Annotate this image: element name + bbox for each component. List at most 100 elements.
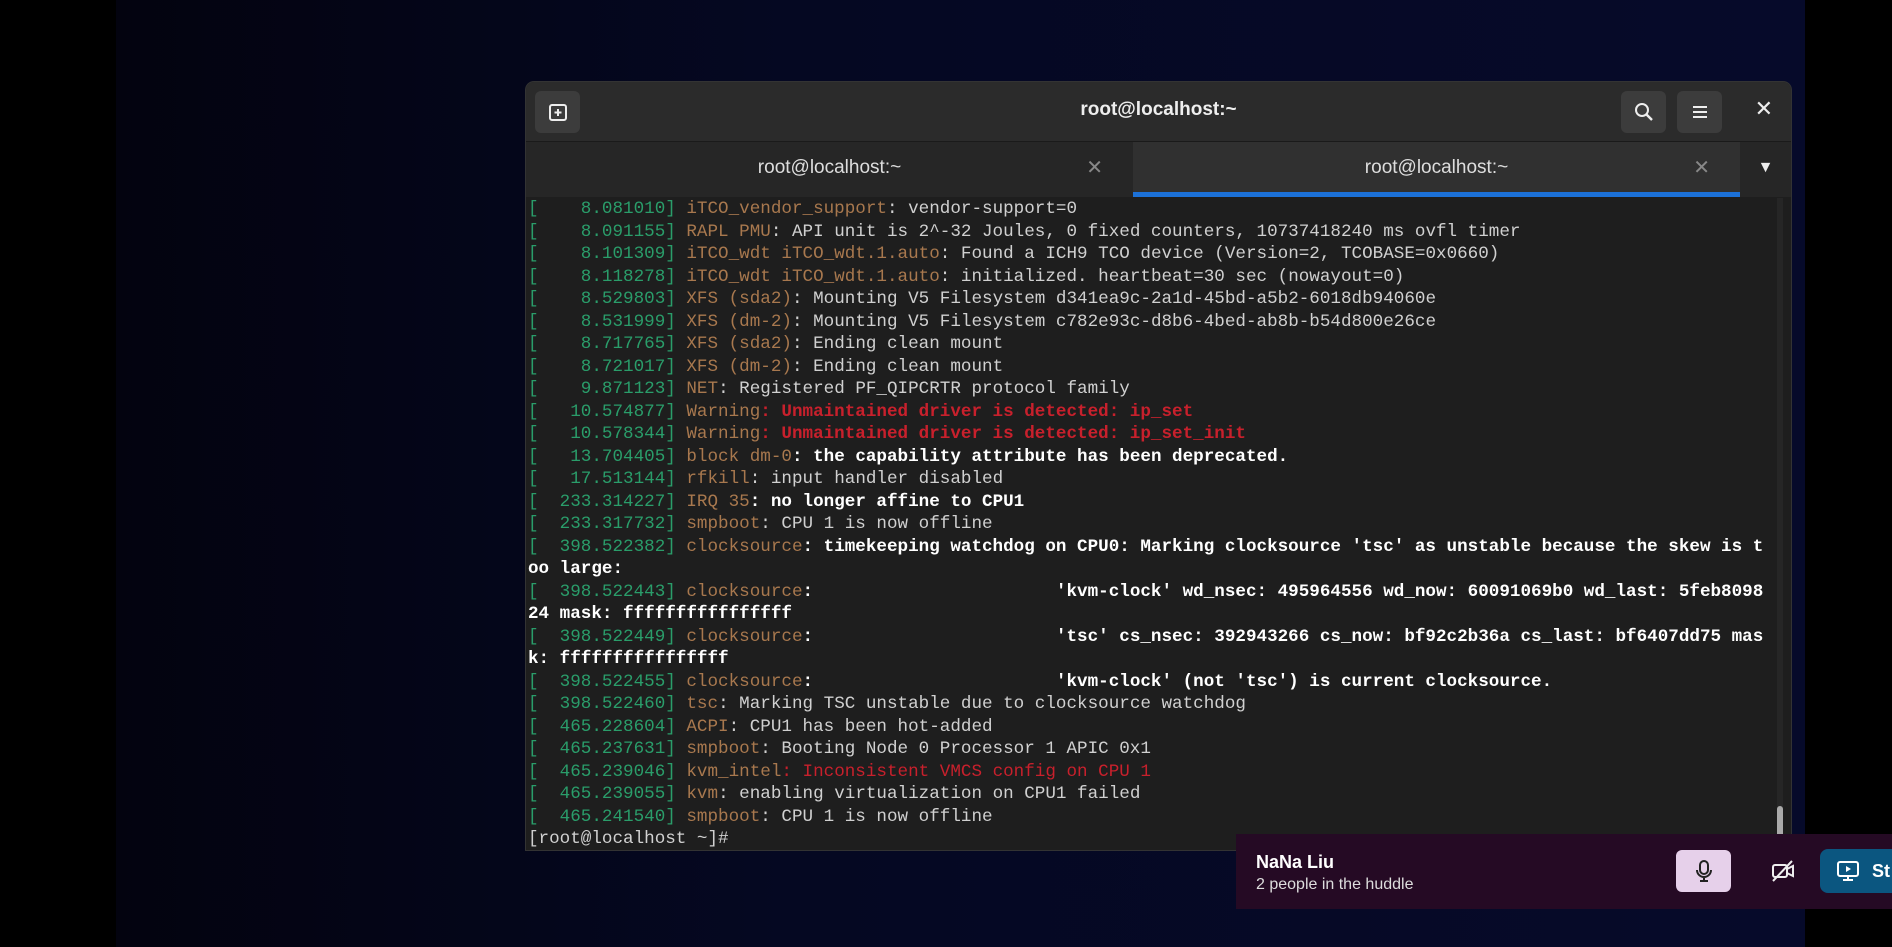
tab-1[interactable]: root@localhost:~ ✕ (526, 142, 1133, 197)
log-message: : CPU 1 is now offline (760, 806, 993, 827)
log-source: clocksource (686, 626, 803, 647)
log-line: [ 8.118278] iTCO_wdt iTCO_wdt.1.auto: in… (528, 266, 1764, 289)
log-timestamp: [ 8.101309] (528, 244, 687, 264)
log-timestamp: [ 8.118278] (528, 266, 687, 287)
log-timestamp: [ 398.522460] (528, 694, 687, 714)
log-message: : Ending clean mount (791, 334, 1004, 354)
log-timestamp: [ 17.513144] (528, 469, 687, 489)
log-line: [ 8.529803] XFS (sda2): Mounting V5 File… (528, 288, 1764, 311)
log-timestamp: [ 10.578344] (528, 424, 687, 444)
log-message: : Mounting V5 Filesystem d341ea9c-2a1d-4… (791, 289, 1437, 309)
tab-close-icon[interactable]: ✕ (1693, 142, 1710, 194)
menu-button[interactable] (1677, 91, 1722, 133)
log-line: [ 17.513144] rfkill: input handler disab… (528, 468, 1764, 491)
video-off-icon (1772, 860, 1794, 882)
log-source: XFS (dm-2) (686, 356, 792, 377)
tab-close-icon[interactable]: ✕ (1086, 142, 1103, 194)
log-source: kvm (686, 784, 719, 804)
log-message: : API unit is 2^-32 Joules, 0 fixed coun… (770, 221, 1521, 242)
log-source: XFS (dm-2) (686, 311, 792, 332)
tab-label: root@localhost:~ (1364, 157, 1509, 178)
log-line: [ 465.239046] kvm_intel: Inconsistent VM… (528, 761, 1764, 784)
log-message: : Ending clean mount (791, 356, 1004, 377)
log-source: iTCO_vendor_support (686, 199, 887, 219)
log-line: [ 10.574877] Warning: Unmaintained drive… (528, 401, 1764, 424)
title-bar: root@localhost:~ ✕ (526, 82, 1791, 142)
log-line: [ 465.237631] smpboot: Booting Node 0 Pr… (528, 738, 1764, 761)
log-message: : Unmaintained driver is detected: ip_se… (760, 401, 1194, 422)
log-line: [ 13.704405] block dm-0: the capability … (528, 446, 1764, 469)
log-timestamp: [ 398.522455] (528, 671, 687, 692)
log-line: [ 398.522443] clocksource: 'kvm-clock' w… (528, 581, 1764, 626)
log-source: block dm-0 (686, 446, 792, 467)
log-source: rfkill (686, 469, 750, 489)
log-message: : 'kvm-clock' (not 'tsc') is current clo… (802, 671, 1553, 692)
log-line: [ 465.241540] smpboot: CPU 1 is now offl… (528, 806, 1764, 829)
log-line: [ 398.522460] tsc: Marking TSC unstable … (528, 693, 1764, 716)
log-source: clocksource (686, 536, 803, 557)
screen-share-icon (1837, 861, 1859, 881)
terminal-output[interactable]: [ 8.081010] iTCO_vendor_support: vendor-… (528, 198, 1764, 850)
close-icon: ✕ (1754, 96, 1773, 121)
log-line: [ 8.091155] RAPL PMU: API unit is 2^-32 … (528, 221, 1764, 244)
log-line: [ 8.531999] XFS (dm-2): Mounting V5 File… (528, 311, 1764, 334)
log-timestamp: [ 8.529803] (528, 289, 687, 309)
video-button[interactable] (1763, 850, 1803, 892)
log-timestamp: [ 9.871123] (528, 379, 687, 399)
log-line: [ 8.101309] iTCO_wdt iTCO_wdt.1.auto: Fo… (528, 243, 1764, 266)
tab-list-dropdown[interactable]: ▼ (1740, 142, 1791, 197)
log-source: Warning (686, 424, 761, 444)
window-title: root@localhost:~ (1080, 99, 1237, 120)
log-message: : Marking TSC unstable due to clocksourc… (718, 694, 1246, 714)
tab-2[interactable]: root@localhost:~ ✕ (1133, 142, 1740, 197)
log-source: NET (686, 379, 719, 399)
log-message: : the capability attribute has been depr… (791, 446, 1289, 467)
huddle-bar: NaNa Liu 2 people in the huddle St (1236, 834, 1892, 909)
log-line: [ 398.522382] clocksource: timekeeping w… (528, 536, 1764, 581)
log-timestamp: [ 8.091155] (528, 221, 687, 242)
log-message: : Unmaintained driver is detected: ip_se… (760, 424, 1246, 444)
log-line: [ 398.522455] clocksource: 'kvm-clock' (… (528, 671, 1764, 694)
log-source: smpboot (686, 806, 761, 827)
log-source: kvm_intel (686, 761, 782, 782)
scrollbar[interactable] (1777, 198, 1783, 850)
log-timestamp: [ 398.522443] (528, 581, 687, 602)
log-timestamp: [ 8.081010] (528, 199, 687, 219)
search-button[interactable] (1621, 91, 1666, 133)
log-timestamp: [ 8.717765] (528, 334, 687, 354)
log-line: [ 8.721017] XFS (dm-2): Ending clean mou… (528, 356, 1764, 379)
log-message: : Mounting V5 Filesystem c782e93c-d8b6-4… (791, 311, 1437, 332)
log-timestamp: [ 465.228604] (528, 716, 687, 737)
log-timestamp: [ 465.237631] (528, 739, 687, 759)
log-timestamp: [ 398.522449] (528, 626, 687, 647)
huddle-name: NaNa Liu (1256, 852, 1335, 872)
log-source: XFS (sda2) (686, 334, 792, 354)
log-line: [ 10.578344] Warning: Unmaintained drive… (528, 423, 1764, 446)
log-message: : enabling virtualization on CPU1 failed (718, 784, 1141, 804)
log-line: [ 398.522449] clocksource: 'tsc' cs_nsec… (528, 626, 1764, 671)
share-screen-button[interactable]: St (1820, 849, 1892, 893)
terminal-window: root@localhost:~ ✕ root@localhost:~ ✕ roo… (526, 82, 1791, 850)
log-source: IRQ 35 (686, 491, 750, 512)
share-label: St (1872, 860, 1890, 881)
log-line: [ 465.239055] kvm: enabling virtualizati… (528, 783, 1764, 806)
mute-button[interactable] (1676, 850, 1731, 892)
chevron-down-icon: ▼ (1757, 159, 1774, 176)
log-message: : Found a ICH9 TCO device (Version=2, TC… (939, 244, 1500, 264)
log-message: : vendor-support=0 (886, 199, 1078, 219)
close-window-button[interactable]: ✕ (1755, 96, 1773, 122)
log-message: : CPU 1 is now offline (760, 514, 993, 534)
log-source: Warning (686, 401, 761, 422)
log-timestamp: [ 398.522382] (528, 536, 687, 557)
log-message: : no longer affine to CPU1 (749, 491, 1025, 512)
log-source: smpboot (686, 514, 761, 534)
microphone-icon (1695, 860, 1712, 882)
log-source: tsc (686, 694, 719, 714)
log-line: [ 9.871123] NET: Registered PF_QIPCRTR p… (528, 378, 1764, 401)
log-message: : Registered PF_QIPCRTR protocol family (718, 379, 1130, 399)
log-message: : initialized. heartbeat=30 sec (nowayou… (939, 266, 1405, 287)
log-line: [ 8.717765] XFS (sda2): Ending clean mou… (528, 333, 1764, 356)
search-icon (1634, 103, 1653, 121)
log-line: [ 233.317732] smpboot: CPU 1 is now offl… (528, 513, 1764, 536)
log-timestamp: [ 465.239046] (528, 761, 687, 782)
